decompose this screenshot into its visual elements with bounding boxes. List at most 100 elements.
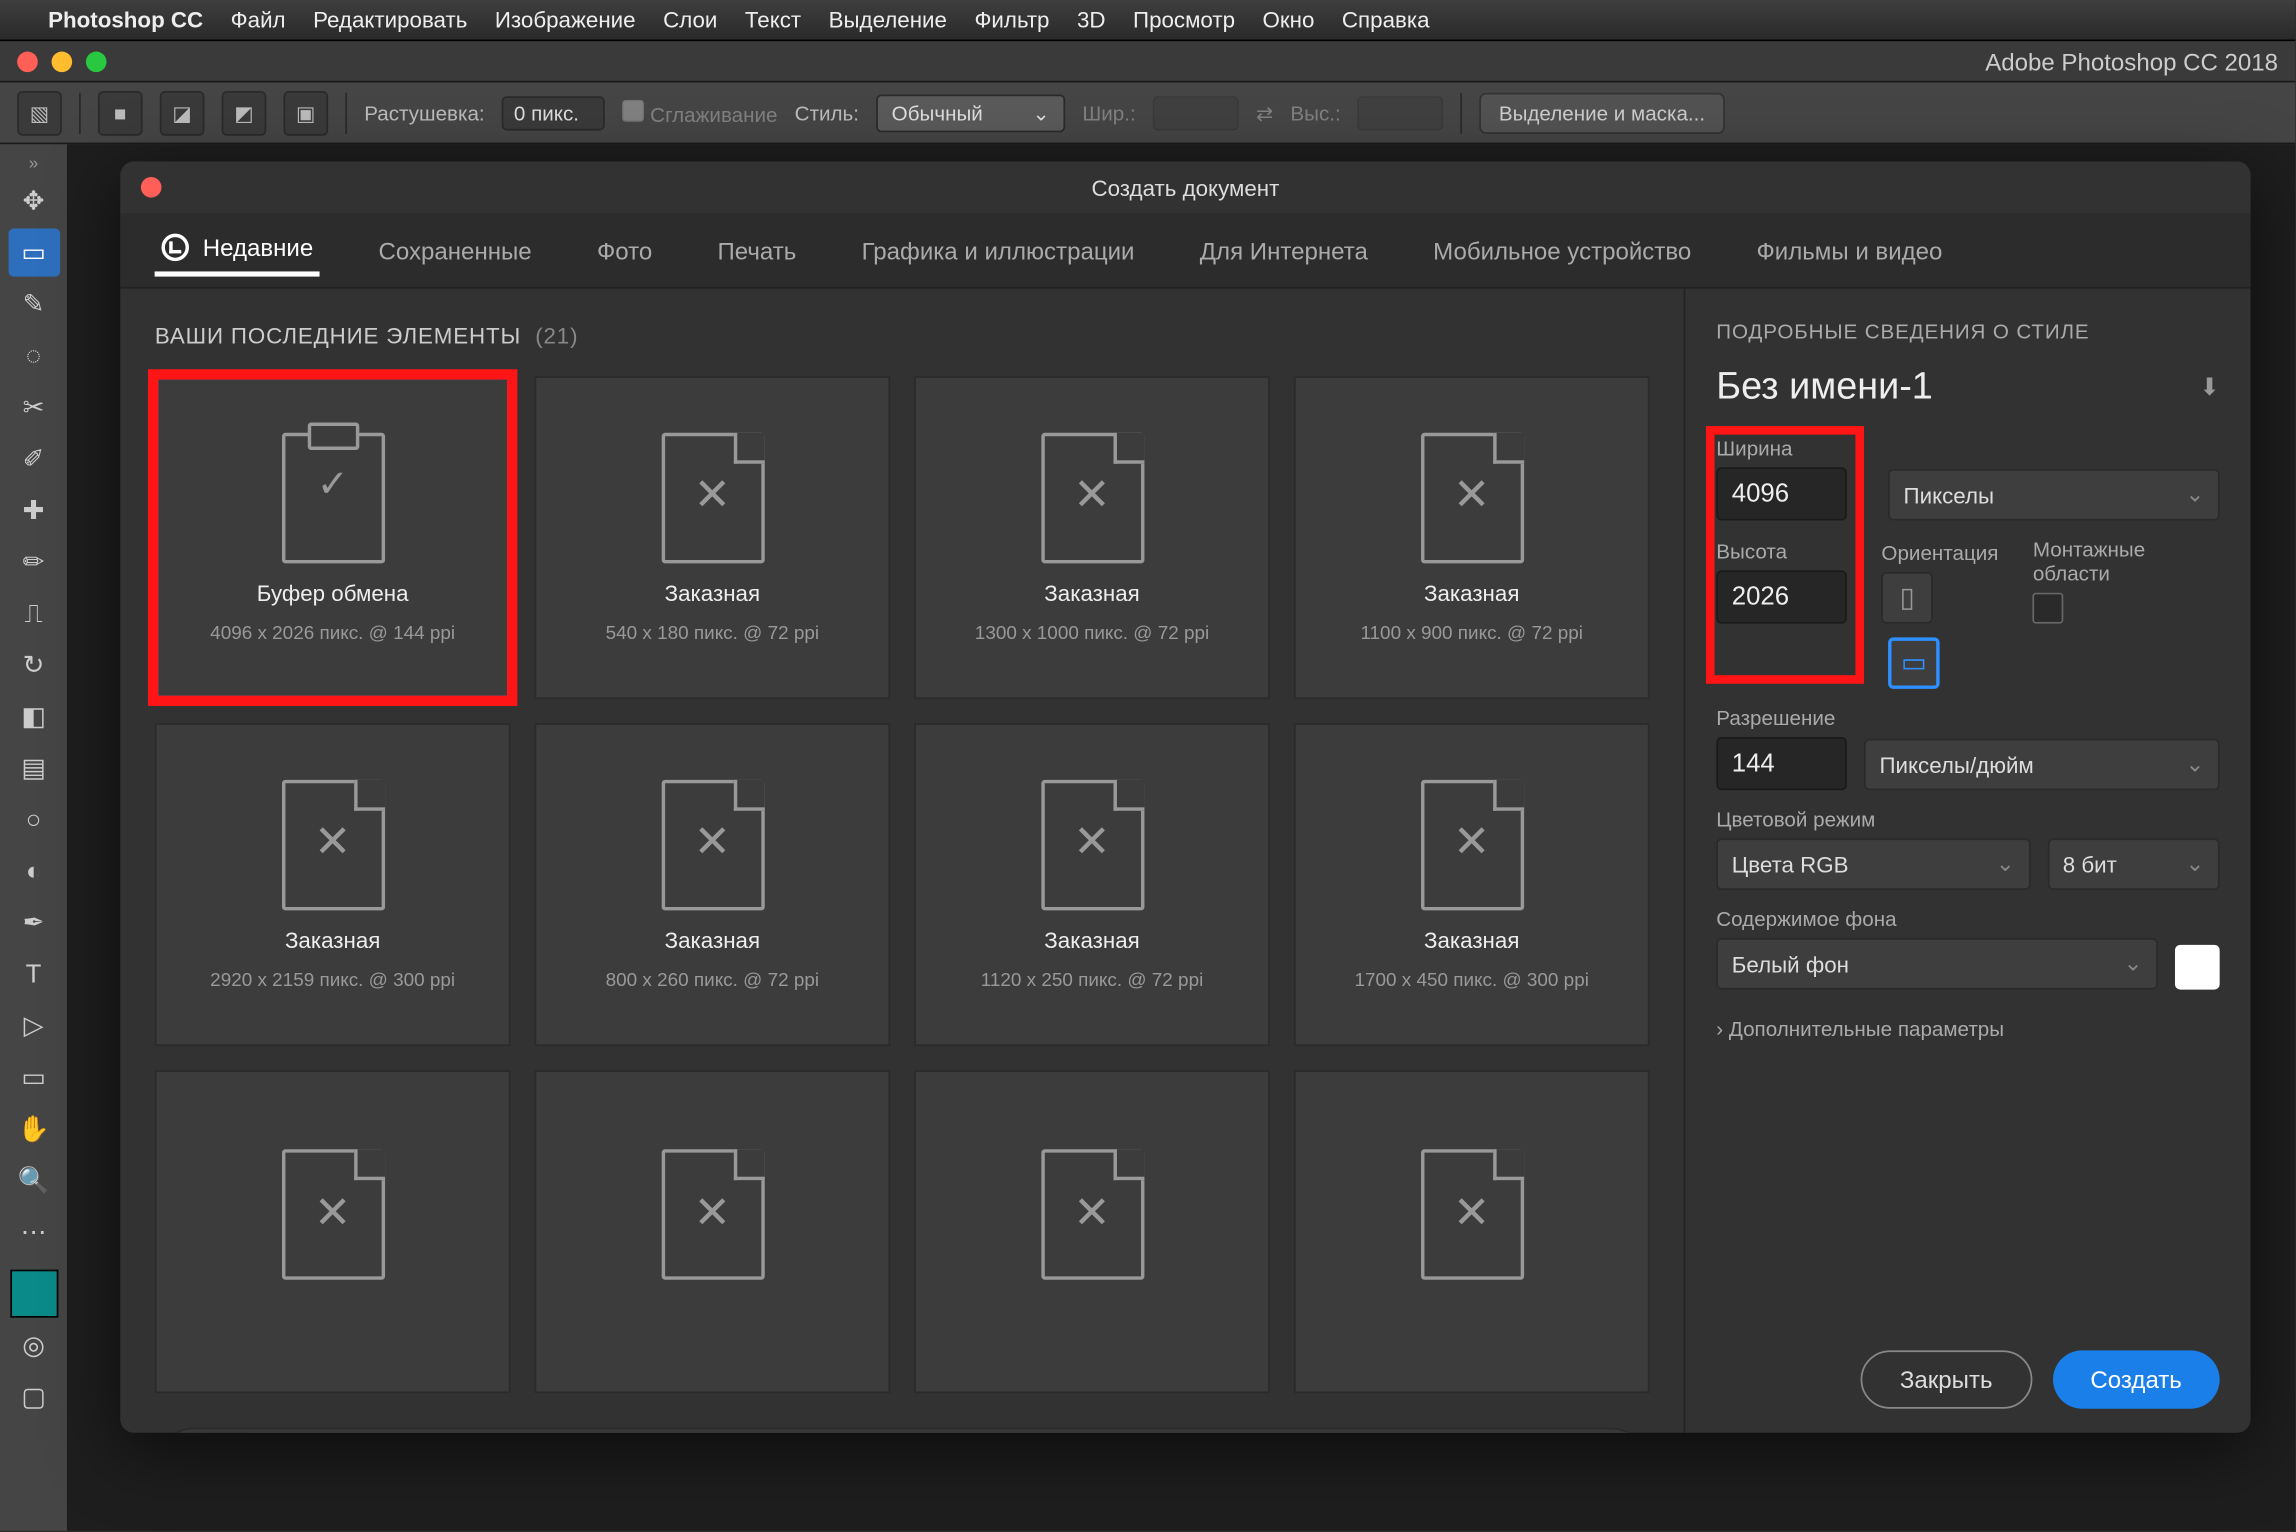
menu-text[interactable]: Текст bbox=[745, 7, 801, 33]
screen-mode-icon[interactable]: ▢ bbox=[8, 1373, 60, 1421]
menu-edit[interactable]: Редактировать bbox=[313, 7, 467, 33]
preset-item[interactable]: Буфер обмена4096 x 2026 пикс. @ 144 ppi bbox=[155, 376, 511, 699]
menu-layers[interactable]: Слои bbox=[663, 7, 717, 33]
left-toolbar: » ✥ ▭ ✎ ◌ ✂ ✐ ✚ ✏ ⎍ ↻ ◧ ▤ ○ ◐ ✒ T ▷ ▭ ✋ … bbox=[0, 144, 69, 1530]
preset-item[interactable]: ✕Заказная1700 x 450 пикс. @ 300 ppi bbox=[1294, 723, 1650, 1046]
preset-item[interactable]: ✕Заказная1100 x 900 пикс. @ 72 ppi bbox=[1294, 376, 1650, 699]
menu-app[interactable]: Photoshop CC bbox=[48, 7, 203, 33]
menu-window[interactable]: Окно bbox=[1263, 7, 1315, 33]
quick-mask-icon[interactable]: ◎ bbox=[8, 1321, 60, 1369]
foreground-color-icon[interactable] bbox=[9, 1270, 57, 1318]
color-mode-label: Цветовой режим bbox=[1716, 807, 2219, 831]
history-brush-tool-icon[interactable]: ↻ bbox=[8, 641, 60, 689]
color-mode-select[interactable]: Цвета RGB⌄ bbox=[1716, 838, 2030, 890]
artboards-checkbox[interactable] bbox=[2033, 593, 2064, 624]
pen-tool-icon[interactable]: ✒ bbox=[8, 899, 60, 947]
height-input bbox=[1358, 95, 1444, 129]
preset-meta: 2920 x 2159 пикс. @ 300 ppi bbox=[210, 970, 455, 991]
selection-add-icon[interactable]: ◪ bbox=[160, 90, 205, 135]
eyedropper-tool-icon[interactable]: ✐ bbox=[8, 435, 60, 483]
healing-tool-icon[interactable]: ✚ bbox=[8, 486, 60, 534]
window-max-icon[interactable] bbox=[86, 51, 107, 72]
toolbar-expand-icon[interactable]: » bbox=[29, 155, 39, 174]
hand-tool-icon[interactable]: ✋ bbox=[8, 1105, 60, 1153]
document-icon: ✕ bbox=[1420, 779, 1523, 910]
preset-item[interactable]: ✕Заказная540 x 180 пикс. @ 72 ppi bbox=[534, 376, 890, 699]
width-field[interactable] bbox=[1716, 467, 1847, 520]
selection-sub-icon[interactable]: ◩ bbox=[222, 90, 267, 135]
selection-intersect-icon[interactable]: ▣ bbox=[283, 90, 328, 135]
preset-meta: 1100 x 900 пикс. @ 72 ppi bbox=[1360, 623, 1583, 644]
preset-item[interactable]: ✕ bbox=[155, 1070, 511, 1393]
tab-mobile[interactable]: Мобильное устройство bbox=[1426, 226, 1698, 274]
window-close-icon[interactable] bbox=[17, 51, 38, 72]
create-button[interactable]: Создать bbox=[2053, 1350, 2220, 1408]
shape-tool-icon[interactable]: ▭ bbox=[8, 1053, 60, 1101]
brush-tool-icon[interactable]: ✏ bbox=[8, 538, 60, 586]
zoom-tool-icon[interactable]: 🔍 bbox=[8, 1156, 60, 1204]
preset-item[interactable]: ✕Заказная1300 x 1000 пикс. @ 72 ppi bbox=[914, 376, 1270, 699]
tab-film[interactable]: Фильмы и видео bbox=[1750, 226, 1950, 274]
preset-item[interactable]: ✕ bbox=[1294, 1070, 1650, 1393]
orientation-portrait-button[interactable]: ▯ bbox=[1881, 572, 1933, 624]
gradient-tool-icon[interactable]: ▤ bbox=[8, 744, 60, 792]
feather-label: Растушевка: bbox=[364, 101, 484, 125]
stamp-tool-icon[interactable]: ⎍ bbox=[8, 589, 60, 637]
quick-select-tool-icon[interactable]: ◌ bbox=[8, 332, 60, 380]
tab-web[interactable]: Для Интернета bbox=[1193, 226, 1375, 274]
units-select[interactable]: Пикселы⌄ bbox=[1888, 469, 2220, 521]
tab-print[interactable]: Печать bbox=[711, 226, 804, 274]
background-swatch-icon[interactable] bbox=[2175, 945, 2220, 990]
preset-item[interactable]: ✕ bbox=[914, 1070, 1270, 1393]
tab-recent[interactable]: Недавние bbox=[155, 223, 320, 276]
document-name[interactable]: Без имени-1 ⬇ bbox=[1716, 364, 2219, 409]
advanced-toggle[interactable]: › Дополнительные параметры bbox=[1716, 1017, 2219, 1041]
tab-photo[interactable]: Фото bbox=[590, 226, 659, 274]
menu-file[interactable]: Файл bbox=[231, 7, 286, 33]
move-tool-icon[interactable]: ✥ bbox=[8, 177, 60, 225]
preset-item[interactable]: ✕Заказная2920 x 2159 пикс. @ 300 ppi bbox=[155, 723, 511, 1046]
menu-view[interactable]: Просмотр bbox=[1133, 7, 1235, 33]
tab-graphics[interactable]: Графика и иллюстрации bbox=[855, 226, 1142, 274]
dodge-tool-icon[interactable]: ◐ bbox=[8, 847, 60, 895]
tool-preset-icon[interactable]: ▧ bbox=[17, 90, 62, 135]
orientation-landscape-button[interactable]: ▭ bbox=[1888, 637, 1940, 689]
lasso-tool-icon[interactable]: ✎ bbox=[8, 280, 60, 328]
dialog-close-icon[interactable] bbox=[141, 177, 162, 198]
document-icon: ✕ bbox=[661, 1149, 764, 1280]
eraser-tool-icon[interactable]: ◧ bbox=[8, 692, 60, 740]
edit-toolbar-icon[interactable]: ⋯ bbox=[8, 1208, 60, 1256]
close-button[interactable]: Закрыть bbox=[1860, 1350, 2032, 1408]
save-preset-icon[interactable]: ⬇ bbox=[2199, 372, 2219, 401]
marquee-tool-icon[interactable]: ▭ bbox=[8, 228, 60, 276]
blur-tool-icon[interactable]: ○ bbox=[8, 795, 60, 843]
preset-meta: 1300 x 1000 пикс. @ 72 ppi bbox=[975, 623, 1209, 644]
feather-input[interactable] bbox=[502, 95, 605, 129]
menu-image[interactable]: Изображение bbox=[495, 7, 636, 33]
tab-saved[interactable]: Сохраненные bbox=[372, 226, 539, 274]
style-select[interactable]: Обычный ⌄ bbox=[876, 94, 1065, 132]
preset-item[interactable]: ✕Заказная1120 x 250 пикс. @ 72 ppi bbox=[914, 723, 1270, 1046]
background-select[interactable]: Белый фон⌄ bbox=[1716, 938, 2158, 990]
stock-search-row: 🔍 Найти bbox=[155, 1428, 1650, 1433]
selection-new-icon[interactable]: ■ bbox=[98, 90, 143, 135]
window-min-icon[interactable] bbox=[52, 51, 73, 72]
resolution-units-select[interactable]: Пикселы/дюйм⌄ bbox=[1864, 739, 2220, 791]
height-field[interactable] bbox=[1716, 570, 1847, 623]
preset-item[interactable]: ✕ bbox=[534, 1070, 890, 1393]
menu-help[interactable]: Справка bbox=[1342, 7, 1430, 33]
resolution-field[interactable] bbox=[1716, 737, 1847, 790]
canvas-area: Создать документ Недавние Сохраненные Фо… bbox=[69, 144, 2296, 1530]
preset-item[interactable]: ✕Заказная800 x 260 пикс. @ 72 ppi bbox=[534, 723, 890, 1046]
detail-section-title: ПОДРОБНЫЕ СВЕДЕНИЯ О СТИЛЕ bbox=[1716, 320, 2219, 344]
clipboard-icon bbox=[281, 432, 384, 563]
path-select-tool-icon[interactable]: ▷ bbox=[8, 1002, 60, 1050]
style-label: Стиль: bbox=[795, 101, 859, 125]
menu-select[interactable]: Выделение bbox=[829, 7, 947, 33]
bit-depth-select[interactable]: 8 бит⌄ bbox=[2047, 838, 2219, 890]
type-tool-icon[interactable]: T bbox=[8, 950, 60, 998]
crop-tool-icon[interactable]: ✂ bbox=[8, 383, 60, 431]
menu-filter[interactable]: Фильтр bbox=[974, 7, 1049, 33]
select-and-mask-button[interactable]: Выделение и маска... bbox=[1480, 92, 1724, 133]
menu-3d[interactable]: 3D bbox=[1077, 7, 1106, 33]
